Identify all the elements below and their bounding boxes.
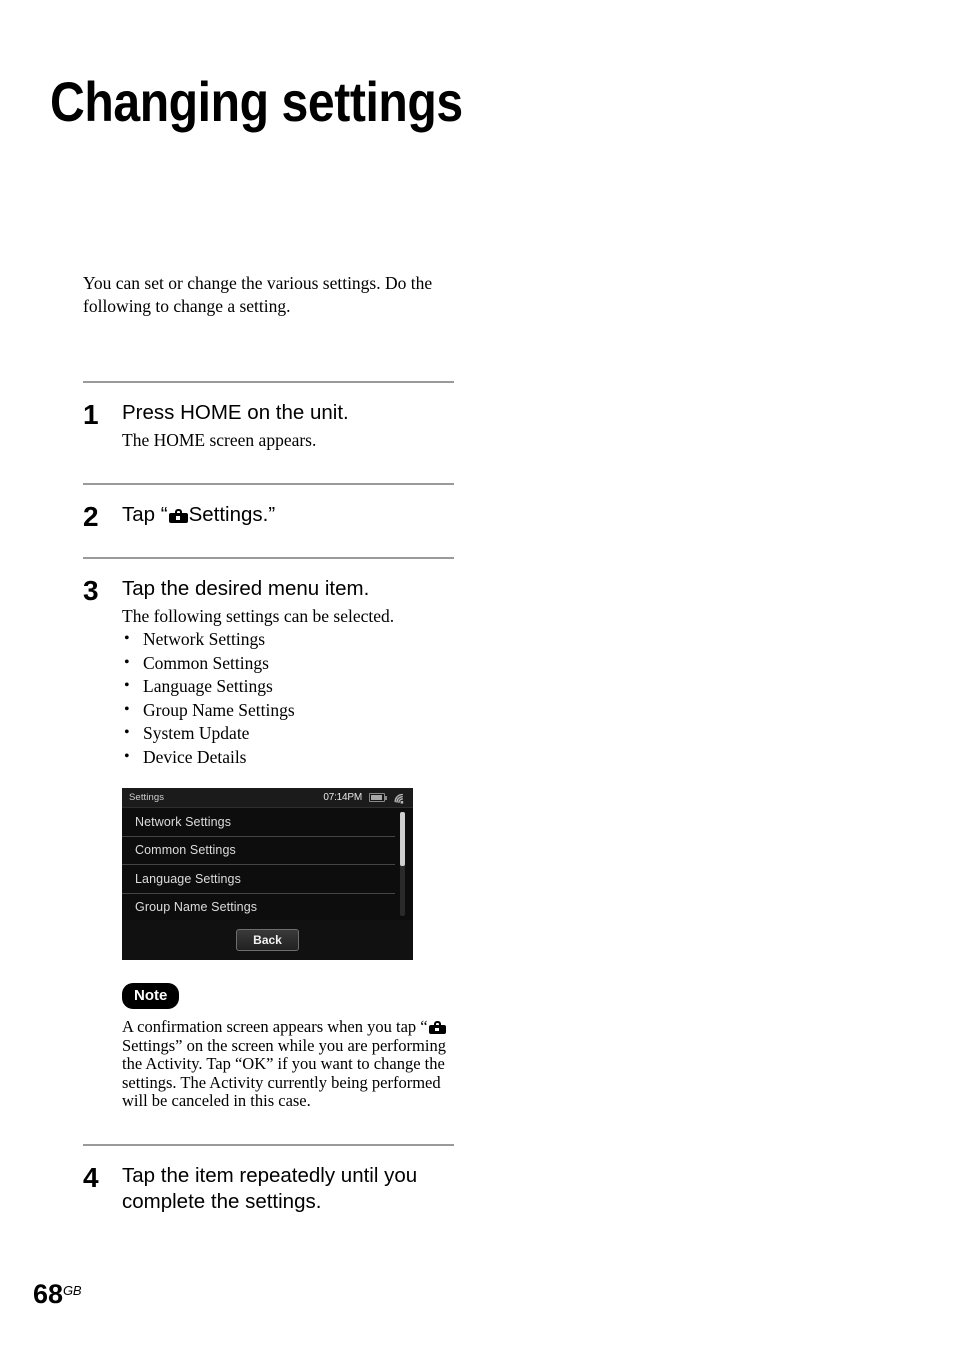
device-menu-item[interactable]: Group Name Settings [122, 894, 395, 922]
page-number-suffix: GB [63, 1283, 82, 1298]
page-title: Changing settings [50, 69, 463, 133]
list-item: System Update [122, 721, 455, 746]
device-screen-title: Settings [129, 792, 165, 803]
device-clock: 07:14PM [323, 792, 362, 803]
toolbox-icon [168, 508, 188, 523]
step-4-heading: Tap the item repeatedly until you comple… [122, 1163, 418, 1213]
list-item: Group Name Settings [122, 698, 455, 723]
note-text-part1: A confirmation screen appears when you t… [122, 1017, 428, 1036]
step-3: 3 Tap the desired menu item. The followi… [83, 574, 455, 1111]
device-footer-bar: Back [122, 920, 413, 960]
step-1-heading: Press HOME on the unit. [122, 401, 349, 424]
section-divider [83, 1143, 454, 1146]
device-scrollbar[interactable] [400, 812, 405, 916]
step-1: 1 Press HOME on the unit. The HOME scree… [83, 400, 455, 453]
wifi-signal-icon [393, 792, 406, 804]
toolbox-icon [428, 1021, 446, 1034]
step-2-number: 2 [83, 500, 99, 532]
note-text: A confirmation screen appears when you t… [122, 1017, 447, 1111]
section-divider [83, 556, 454, 559]
section-divider [83, 381, 454, 383]
battery-icon [369, 793, 387, 802]
settings-bullet-list: Network Settings Common Settings Languag… [122, 627, 455, 770]
intro-paragraph: You can set or change the various settin… [83, 273, 433, 316]
device-screenshot-figure: Settings 07:14PM Network Settings Common… [122, 788, 413, 960]
back-button[interactable]: Back [236, 929, 299, 951]
list-item: Common Settings [122, 651, 455, 676]
step-1-body: The HOME screen appears. [122, 430, 317, 450]
step-2-heading-suffix: Settings.” [188, 502, 276, 526]
device-menu-item[interactable]: Network Settings [122, 808, 395, 837]
list-item: Language Settings [122, 674, 455, 699]
note-text-part2: Settings” on the screen while you are pe… [122, 1035, 446, 1110]
note-block: Note A confirmation screen appears when … [122, 983, 455, 1111]
step-4-number: 4 [83, 1161, 99, 1193]
step-2-heading: Tap “ Settings.” [122, 502, 455, 528]
scrollbar-thumb[interactable] [400, 812, 405, 866]
device-menu-item[interactable]: Common Settings [122, 837, 395, 865]
content-column: You can set or change the various settin… [83, 272, 455, 1215]
section-divider [83, 482, 454, 485]
step-3-number: 3 [83, 574, 99, 606]
step-4: 4 Tap the item repeatedly until you comp… [83, 1161, 455, 1215]
step-3-heading: Tap the desired menu item. [122, 576, 370, 600]
page-number: 68GB [33, 1277, 82, 1309]
step-2: 2 Tap “ Settings.” [83, 501, 455, 531]
list-item: Network Settings [122, 627, 455, 652]
step-1-number: 1 [83, 399, 99, 430]
list-item: Device Details [122, 745, 455, 770]
step-3-body: The following settings can be selected. [122, 605, 395, 626]
device-menu-item[interactable]: Language Settings [122, 865, 395, 894]
note-badge: Note [122, 983, 180, 1009]
device-menu-list: Network Settings Common Settings Languag… [122, 808, 413, 922]
page-number-value: 68 [33, 1279, 64, 1309]
step-2-heading-prefix: Tap “ [122, 502, 168, 526]
device-status-bar: Settings 07:14PM [122, 788, 413, 808]
document-page: Changing settings You can set or change … [0, 0, 954, 1352]
